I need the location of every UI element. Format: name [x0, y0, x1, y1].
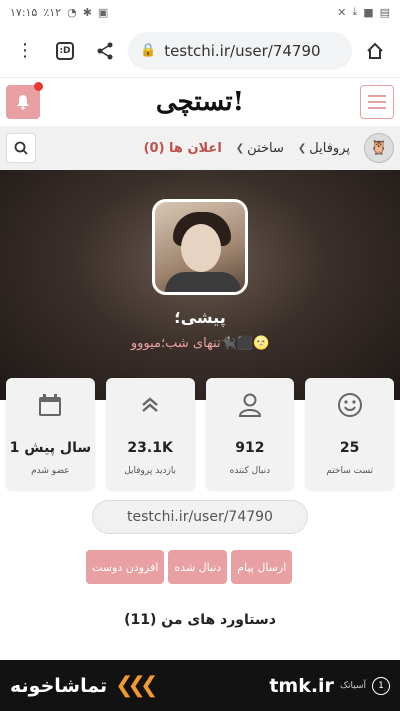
stat-card-views: 23.1K بازدید پروفایل — [105, 378, 195, 490]
share-icon[interactable] — [88, 34, 122, 68]
profile-bio: تنهای شب؛میووو🐈‍⬛⬛🌝 — [130, 336, 270, 351]
search-button[interactable] — [6, 133, 36, 163]
ad-brand-left: تماشاخونه ❮❮❮ — [10, 673, 158, 698]
profile-url-pill[interactable]: testchi.ir/user/74790 — [92, 500, 308, 534]
nav-bar: 🦉 پروفایل ❯ ساختن ❯ اعلان ها (0) — [0, 126, 400, 170]
chevron-down-icon: ❯ — [235, 142, 245, 154]
stat-card-followers: 912 دنبال کننده — [205, 378, 295, 490]
close-icon: ✕ — [337, 5, 347, 19]
profile-stats: 1 سال پیش عضو شدم 23.1K بازدید پروفایل 9… — [6, 378, 394, 490]
smile-icon — [335, 390, 365, 420]
stat-value: 23.1K — [127, 440, 173, 456]
notification-dot — [34, 82, 43, 91]
chevrons-up-icon — [135, 390, 165, 420]
ad-domain: tmk.ir — [269, 674, 334, 697]
add-friend-button[interactable]: افزودن دوست — [86, 550, 165, 584]
wifi-icon: ◔ — [67, 5, 77, 19]
stat-card-joined: 1 سال پیش عضو شدم — [6, 378, 95, 490]
download-icon: ⤓ — [352, 5, 358, 18]
site-logo[interactable]: تستچی! — [156, 87, 244, 117]
bluetooth-icon: ✱ — [82, 5, 92, 19]
stat-value: 912 — [235, 440, 265, 456]
send-message-button[interactable]: ارسال پیام — [231, 550, 293, 584]
tab-switcher-button[interactable]: :D — [48, 34, 82, 68]
video-icon: ■ — [363, 5, 374, 19]
ad-brand-text: تماشاخونه — [10, 674, 108, 697]
achievements-heading: دستاورد های من (11) — [124, 612, 276, 628]
gallery-icon: ▤ — [379, 5, 390, 19]
nav-profile[interactable]: پروفایل ❯ — [298, 141, 350, 156]
stat-label: تست ساختم — [326, 466, 374, 476]
profile-avatar[interactable] — [152, 199, 248, 295]
search-icon — [14, 141, 28, 155]
stat-value: 1 سال پیش — [9, 440, 92, 456]
ad-sponsor: آسیاتک — [339, 680, 366, 691]
nav-build[interactable]: ساختن ❯ — [236, 141, 284, 156]
stat-label: بازدید پروفایل — [124, 466, 177, 476]
profile-actions: افزودن دوست دنبال شده ارسال پیام — [86, 550, 293, 584]
lock-icon: 🔒 — [140, 43, 157, 58]
followed-button[interactable]: دنبال شده — [168, 550, 228, 584]
address-bar-url: testchi.ir/user/74790 — [164, 41, 321, 60]
nav-profile-label: پروفایل — [309, 140, 350, 156]
nav-links: 🦉 پروفایل ❯ ساختن ❯ اعلان ها (0) — [144, 133, 394, 163]
nav-notifications[interactable]: اعلان ها (0) — [144, 141, 222, 156]
stat-value: 25 — [339, 440, 360, 456]
calendar-icon — [35, 390, 65, 420]
stat-label: دنبال کننده — [229, 466, 271, 476]
tab-count: :D — [56, 41, 74, 60]
notifications-button[interactable] — [6, 82, 43, 119]
user-icon — [235, 390, 265, 420]
battery-level: ٪۱۲ — [43, 5, 62, 19]
nav-build-label: ساختن — [247, 140, 284, 156]
menu-button[interactable] — [360, 85, 394, 119]
profile-name: پیشی؛ — [174, 308, 226, 327]
stat-label: عضو شدم — [31, 466, 70, 476]
ad-brand-right: tmk.ir آسیاتک 1 — [269, 675, 390, 697]
browser-toolbar: ⋮ :D 🔒 testchi.ir/user/74790 — [0, 24, 400, 78]
address-bar[interactable]: 🔒 testchi.ir/user/74790 — [128, 31, 352, 70]
chevrons-left-icon: ❮❮❮ — [115, 673, 158, 698]
home-icon[interactable] — [358, 34, 392, 68]
more-options-icon[interactable]: ⋮ — [8, 34, 42, 68]
chevron-down-icon: ❯ — [297, 142, 307, 154]
stat-card-tests: 25 تست ساختم — [305, 378, 394, 490]
ad-banner[interactable]: تماشاخونه ❮❮❮ tmk.ir آسیاتک 1 — [0, 660, 400, 711]
profile-hero: پیشی؛ تنهای شب؛میووو🐈‍⬛⬛🌝 — [0, 170, 400, 400]
ad-badge-icon[interactable]: 1 — [372, 676, 390, 695]
site-header: تستچی! — [0, 78, 400, 126]
cast-icon: ▣ — [97, 5, 109, 19]
status-bar: ۱۷:۱۵ ٪۱۲ ◔ ✱ ▣ ✕ ⤓ ■ ▤ — [0, 0, 400, 24]
bell-icon — [17, 95, 29, 110]
user-avatar[interactable]: 🦉 — [364, 133, 394, 163]
clock: ۱۷:۱۵ — [10, 5, 38, 19]
